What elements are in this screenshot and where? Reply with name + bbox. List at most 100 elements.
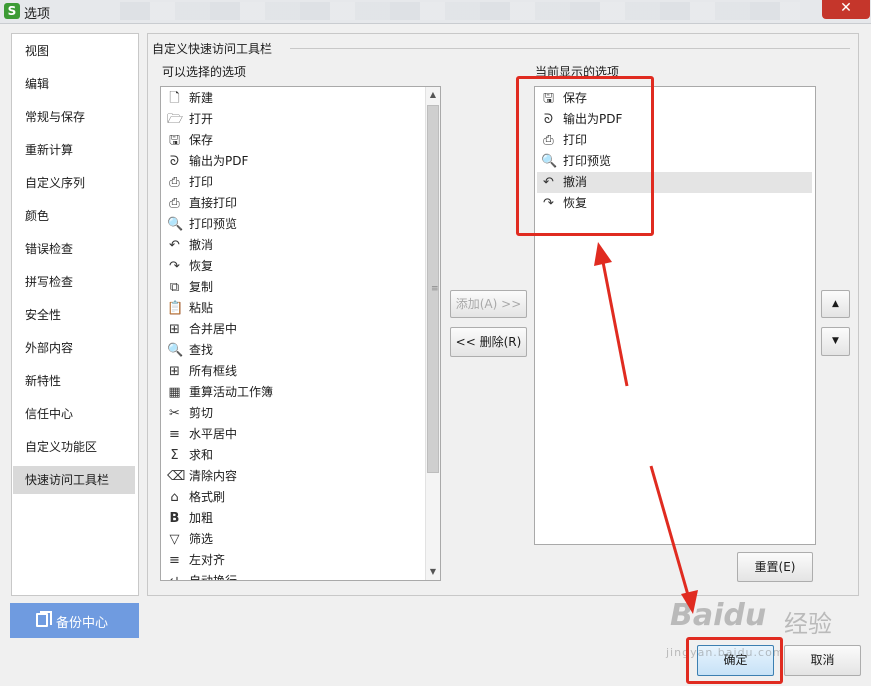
list-item-label: 自动换行 — [189, 574, 238, 581]
list-item-label: 打开 — [189, 112, 214, 126]
sidebar-item[interactable]: 新特性 — [13, 367, 135, 395]
backup-center-button[interactable]: 备份中心 — [10, 603, 139, 638]
list-item[interactable]: 🗁 打开 — [163, 109, 425, 130]
list-item-label: 粘贴 — [189, 301, 214, 315]
backup-label: 备份中心 — [56, 616, 109, 631]
watermark-brand: Baidu — [670, 598, 767, 633]
list-item[interactable]: 🔍 查找 — [163, 340, 425, 361]
find-icon: 🔍 — [167, 343, 184, 358]
list-item-label: 输出为PDF — [189, 154, 249, 168]
move-up-button[interactable]: ▲ — [821, 290, 850, 318]
list-item-label: 保存 — [189, 133, 214, 147]
sidebar-item[interactable]: 常规与保存 — [13, 103, 135, 131]
save-icon: 🖫 — [168, 133, 181, 148]
list-item-label: 所有框线 — [189, 364, 238, 378]
new-file-icon: 🗋 — [169, 91, 180, 106]
list-item-label: 直接打印 — [189, 196, 238, 210]
sidebar-item[interactable]: 自定义序列 — [13, 169, 135, 197]
available-list-scrollbar[interactable]: ▲ ≡ ▼ — [425, 87, 440, 580]
list-item[interactable]: ⎙ 直接打印 — [163, 193, 425, 214]
add-button[interactable]: 添加(A) >> — [450, 290, 527, 318]
list-item[interactable]: 🖫 保存 — [163, 130, 425, 151]
cut-icon: ✂ — [169, 406, 180, 421]
list-item[interactable]: ✂ 剪切 — [163, 403, 425, 424]
pdf-icon: ᘐ — [169, 154, 180, 169]
list-item-label: 打印预览 — [189, 217, 238, 231]
list-item[interactable]: 🔍 打印预览 — [163, 214, 425, 235]
print-icon: ⎙ — [169, 175, 180, 190]
list-item[interactable]: ⎙ 打印 — [163, 172, 425, 193]
sidebar-item[interactable]: 错误检查 — [13, 235, 135, 263]
list-item-label: 打印 — [189, 175, 214, 189]
align-left-icon: ≡ — [169, 553, 180, 568]
available-options-label: 可以选择的选项 — [162, 65, 247, 79]
list-item[interactable]: B 加粗 — [163, 508, 425, 529]
print-preview-icon: 🔍 — [167, 217, 184, 232]
list-item[interactable]: ≡ 水平居中 — [163, 424, 425, 445]
sidebar-item[interactable]: 编辑 — [13, 70, 135, 98]
list-item[interactable]: ⊞ 所有框线 — [163, 361, 425, 382]
sum-icon: Σ — [170, 448, 179, 463]
open-folder-icon: 🗁 — [167, 112, 184, 127]
list-item-label: 合并居中 — [189, 322, 238, 336]
all-borders-icon: ⊞ — [169, 364, 180, 379]
remove-button[interactable]: << 删除(R) — [450, 327, 527, 357]
sidebar-item[interactable]: 自定义功能区 — [13, 433, 135, 461]
background-blur — [120, 2, 800, 20]
list-item[interactable]: ▦ 重算活动工作簿 — [163, 382, 425, 403]
list-item-label: 恢复 — [189, 259, 214, 273]
list-item-label: 水平居中 — [189, 427, 238, 441]
list-item-label: 复制 — [189, 280, 214, 294]
list-item[interactable]: ↶ 撤消 — [163, 235, 425, 256]
list-item-label: 剪切 — [189, 406, 214, 420]
sidebar-item[interactable]: 重新计算 — [13, 136, 135, 164]
recalc-icon: ▦ — [168, 385, 181, 400]
scroll-up-icon[interactable]: ▲ — [426, 87, 440, 103]
list-item-label: 加粗 — [189, 511, 214, 525]
list-item[interactable]: 📋 粘贴 — [163, 298, 425, 319]
group-title: 自定义快速访问工具栏 — [152, 42, 273, 56]
available-options-list[interactable]: 🗋 新建 🗁 打开 🖫 保存 ᘐ 输出为PDF ⎙ 打印 ⎙ 直接打印 🔍 打印预览 ↶ 撤消 ↷ 恢复 ⧉ 复制 📋 粘… — [160, 86, 441, 581]
sidebar-item[interactable]: 颜色 — [13, 202, 135, 230]
list-item[interactable]: ⊞ 合并居中 — [163, 319, 425, 340]
list-item[interactable]: ⌂ 格式刷 — [163, 487, 425, 508]
clear-icon: ⌫ — [167, 469, 186, 484]
list-item[interactable]: Σ 求和 — [163, 445, 425, 466]
scroll-down-icon[interactable]: ▼ — [426, 564, 440, 580]
window-title: 选项 — [24, 7, 51, 22]
sidebar-item[interactable]: 快速访问工具栏 — [13, 466, 135, 494]
list-item[interactable]: ⧉ 复制 — [163, 277, 425, 298]
list-item[interactable]: ↷ 恢复 — [163, 256, 425, 277]
watermark-brand-cn: 经验 — [784, 610, 832, 638]
list-item-label: 格式刷 — [189, 490, 226, 504]
list-item[interactable]: ᘐ 输出为PDF — [163, 151, 425, 172]
list-item[interactable]: ↵ 自动换行 — [163, 571, 425, 581]
sidebar-item[interactable]: 拼写检查 — [13, 268, 135, 296]
list-item[interactable]: ⌫ 清除内容 — [163, 466, 425, 487]
list-item-label: 清除内容 — [189, 469, 238, 483]
move-down-button[interactable]: ▼ — [821, 327, 850, 356]
sidebar-item[interactable]: 安全性 — [13, 301, 135, 329]
title-bar: S 选项 ✕ — [0, 0, 871, 24]
merge-center-icon: ⊞ — [169, 322, 180, 337]
close-button[interactable]: ✕ — [822, 0, 870, 19]
backup-icon — [36, 611, 52, 627]
wrap-icon: ↵ — [167, 574, 182, 580]
list-item-label: 查找 — [189, 343, 214, 357]
filter-icon: ▽ — [169, 532, 180, 547]
sidebar-item[interactable]: 视图 — [13, 37, 135, 65]
reset-button[interactable]: 重置(E) — [737, 552, 813, 582]
sidebar-item[interactable]: 信任中心 — [13, 400, 135, 428]
copy-icon: ⧉ — [169, 280, 180, 295]
list-item[interactable]: ▽ 筛选 — [163, 529, 425, 550]
group-divider — [290, 48, 850, 49]
list-item[interactable]: ≡ 左对齐 — [163, 550, 425, 571]
sidebar-item[interactable]: 外部内容 — [13, 334, 135, 362]
bold-icon: B — [169, 511, 180, 526]
align-center-icon: ≡ — [169, 427, 180, 442]
scroll-thumb[interactable]: ≡ — [427, 105, 439, 473]
list-item[interactable]: 🗋 新建 — [163, 88, 425, 109]
sidebar: 视图编辑常规与保存重新计算自定义序列颜色错误检查拼写检查安全性外部内容新特性信任… — [11, 33, 139, 596]
list-item-label: 撤消 — [189, 238, 214, 252]
highlight-box-current-list — [516, 76, 654, 236]
